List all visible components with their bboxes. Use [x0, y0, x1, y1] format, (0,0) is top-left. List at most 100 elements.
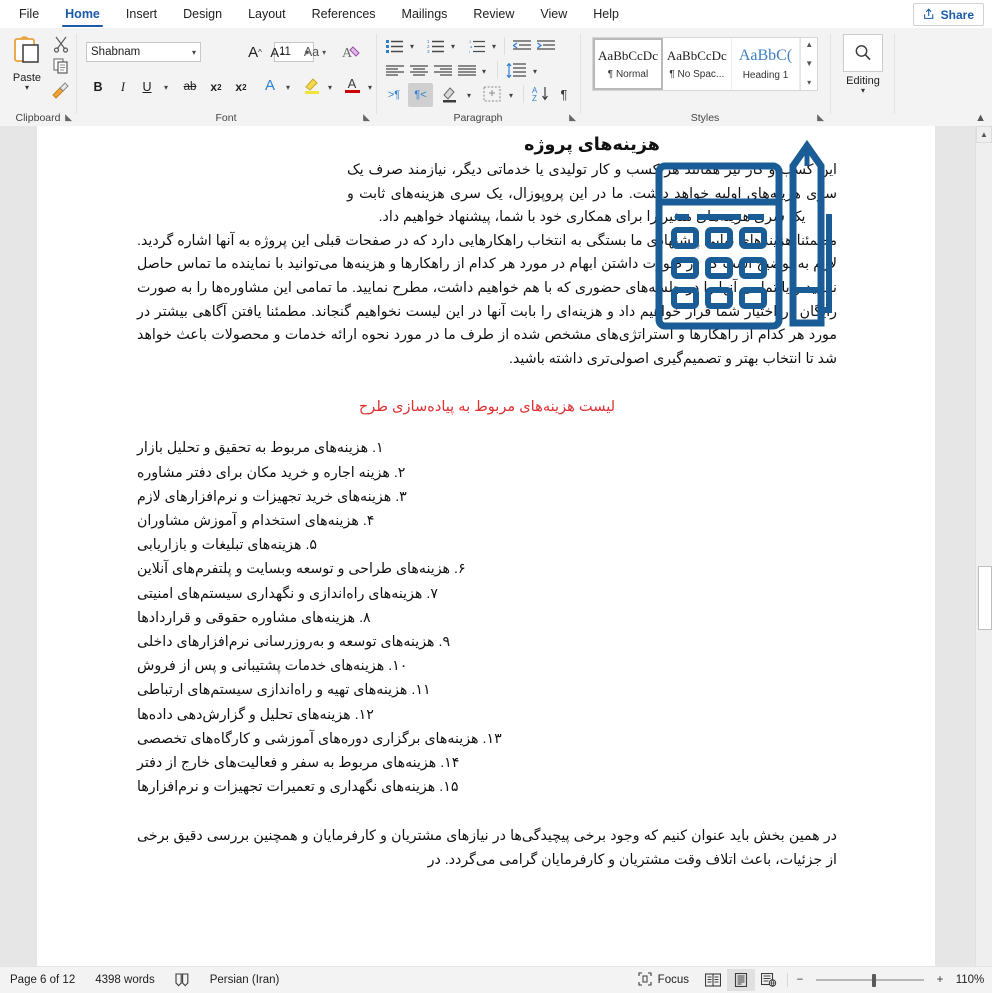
font-dialog-launcher[interactable]: ◣ [363, 112, 370, 123]
list-item[interactable]: ۱۱.هزینه‌های تهیه و راه‌اندازی سیستم‌های… [137, 678, 837, 702]
style-normal[interactable]: AaBbCcDc ¶ Normal [593, 38, 663, 90]
tab-design[interactable]: Design [171, 3, 234, 26]
paragraph-dialog-launcher[interactable]: ◣ [569, 112, 576, 123]
borders-icon[interactable] [480, 83, 504, 105]
show-formatting-marks-button[interactable]: ¶ [554, 83, 574, 105]
proofing-errors-icon[interactable] [165, 973, 200, 987]
font-color-chevron-down-icon[interactable]: ▾ [363, 76, 377, 98]
cut-icon[interactable] [52, 35, 72, 55]
ltr-paragraph-direction-button[interactable]: >¶ [382, 84, 406, 106]
paste-button[interactable]: Paste ▾ [6, 34, 48, 92]
editing-chevron-down-icon[interactable]: ▾ [836, 87, 890, 95]
list-item[interactable]: ۷.هزینه‌های راه‌اندازی و نگهداری سیستم‌ه… [137, 582, 837, 606]
line-spacing-chevron-down-icon[interactable]: ▾ [528, 60, 542, 82]
shading-chevron-down-icon[interactable]: ▾ [462, 84, 476, 106]
zoom-slider[interactable] [816, 973, 924, 987]
font-name-chevron-down-icon[interactable]: ▾ [192, 48, 196, 57]
styles-gallery[interactable]: AaBbCcDc ¶ Normal AaBbCcDc ¶ No Spac... … [592, 37, 818, 91]
page-content[interactable]: هزینه‌های پروژه این کسب و کار نیز همانند… [137, 134, 837, 873]
rtl-paragraph-direction-button[interactable]: ¶< [408, 83, 433, 107]
scrollbar-thumb[interactable] [978, 566, 992, 630]
font-name-combobox[interactable]: Shabnam ▾ [86, 42, 201, 62]
section-heading-red[interactable]: لیست هزینه‌های مربوط به پیاده‌سازی طرح [137, 398, 837, 415]
justify-chevron-down-icon[interactable]: ▾ [477, 60, 491, 82]
clear-formatting-button[interactable]: A [340, 41, 364, 63]
superscript-button[interactable]: x2 [230, 76, 252, 98]
highlight-chevron-down-icon[interactable]: ▾ [323, 76, 337, 98]
list-item[interactable]: ۱۴.هزینه‌های مربوط به سفر و فعالیت‌های خ… [137, 751, 837, 775]
text-effects-button[interactable]: A [258, 74, 282, 96]
zoom-slider-handle[interactable] [872, 973, 876, 987]
list-item[interactable]: ۳.هزینه‌های خرید تجهیزات و نرم‌افزارهای … [137, 485, 837, 509]
list-item[interactable]: ۱۲.هزینه‌های تحلیل و گزارش‌دهی داده‌ها [137, 703, 837, 727]
styles-gallery-scroll[interactable]: ▲ ▼ ▾ [800, 38, 817, 90]
align-left-icon[interactable] [384, 60, 406, 82]
style-no-spacing[interactable]: AaBbCcDc ¶ No Spac... [663, 38, 732, 90]
tab-view[interactable]: View [528, 3, 579, 26]
language-indicator[interactable]: Persian (Iran) [200, 974, 290, 986]
scroll-up-icon[interactable]: ▲ [976, 126, 992, 143]
editing-button[interactable]: Editing ▾ [836, 34, 890, 95]
list-item[interactable]: ۹.هزینه‌های توسعه و به‌روزرسانی نرم‌افزا… [137, 630, 837, 654]
paragraph-3[interactable]: در همین بخش باید عنوان کنیم که وجود برخی… [137, 825, 837, 872]
bullets-icon[interactable] [384, 35, 406, 57]
gallery-scroll-up-icon[interactable]: ▲ [805, 40, 813, 50]
align-center-icon[interactable] [408, 60, 430, 82]
zoom-out-button[interactable]: − [792, 974, 808, 986]
tab-home[interactable]: Home [53, 3, 112, 27]
gallery-scroll-down-icon[interactable]: ▼ [805, 59, 813, 69]
styles-dialog-launcher[interactable]: ◣ [817, 112, 824, 123]
page-indicator[interactable]: Page 6 of 12 [0, 974, 85, 986]
shrink-font-button[interactable]: A ⌄ [268, 41, 288, 63]
cost-list[interactable]: ۱.هزینه‌های مربوط به تحقیق و تحلیل بازار… [137, 436, 837, 799]
zoom-in-button[interactable]: + [932, 974, 948, 986]
zoom-level[interactable]: 110% [948, 974, 992, 986]
format-painter-icon[interactable] [50, 80, 70, 100]
change-case-button[interactable]: Aa ▾ [298, 41, 332, 63]
multilevel-chevron-down-icon[interactable]: ▾ [487, 35, 501, 57]
copy-icon[interactable] [52, 57, 72, 77]
tab-help[interactable]: Help [581, 3, 631, 26]
clipboard-dialog-launcher[interactable]: ◣ [65, 112, 72, 123]
document-canvas[interactable]: هزینه‌های پروژه این کسب و کار نیز همانند… [0, 126, 992, 967]
print-layout-button[interactable] [727, 969, 755, 991]
web-layout-button[interactable] [755, 969, 783, 991]
style-heading-1[interactable]: AaBbC( Heading 1 [732, 38, 801, 90]
text-effects-chevron-down-icon[interactable]: ▾ [281, 76, 295, 98]
decrease-indent-icon[interactable] [511, 35, 533, 57]
focus-button[interactable]: Focus [628, 971, 699, 989]
paste-chevron-down-icon[interactable]: ▾ [6, 84, 48, 92]
line-spacing-icon[interactable] [504, 59, 528, 81]
list-item[interactable]: ۱۵.هزینه‌های نگهداری و تعمیرات تجهیزات و… [137, 775, 837, 799]
vertical-scrollbar[interactable]: ▲ [975, 126, 992, 967]
list-item[interactable]: ۵.هزینه‌های تبلیغات و بازاریابی [137, 533, 837, 557]
tab-mailings[interactable]: Mailings [390, 3, 460, 26]
bullets-chevron-down-icon[interactable]: ▾ [405, 35, 419, 57]
list-item[interactable]: ۱۰.هزینه‌های خدمات پشتیبانی و پس از فروش [137, 654, 837, 678]
list-item[interactable]: ۱۳.هزینه‌های برگزاری دوره‌های آموزشی و ک… [137, 727, 837, 751]
share-button[interactable]: Share [912, 3, 984, 26]
bold-button[interactable]: B [88, 76, 108, 98]
justify-icon[interactable] [456, 60, 478, 82]
align-right-icon[interactable] [432, 60, 454, 82]
grow-font-button[interactable]: A ^ [245, 41, 265, 63]
borders-chevron-down-icon[interactable]: ▾ [504, 84, 518, 106]
underline-chevron-down-icon[interactable]: ▾ [158, 76, 174, 98]
tab-references[interactable]: References [300, 3, 388, 26]
word-count[interactable]: 4398 words [85, 974, 164, 986]
list-item[interactable]: ۲.هزینه اجاره و خرید مکان برای دفتر مشاو… [137, 461, 837, 485]
italic-button[interactable]: I [113, 76, 133, 98]
multilevel-list-icon[interactable]: 1ai [466, 35, 488, 57]
subscript-button[interactable]: x2 [205, 76, 227, 98]
numbering-icon[interactable]: 123 [425, 35, 447, 57]
list-item[interactable]: ۴.هزینه‌های استخدام و آموزش مشاوران [137, 509, 837, 533]
list-item[interactable]: ۸.هزینه‌های مشاوره حقوقی و قراردادها [137, 606, 837, 630]
underline-button[interactable]: U [137, 76, 157, 98]
font-color-button[interactable]: A [340, 74, 364, 96]
highlight-button[interactable] [300, 74, 324, 96]
gallery-more-icon[interactable]: ▾ [807, 78, 811, 88]
strikethrough-button[interactable]: ab [178, 76, 202, 98]
sort-icon[interactable]: AZ [529, 83, 553, 105]
tab-review[interactable]: Review [461, 3, 526, 26]
list-item[interactable]: ۱.هزینه‌های مربوط به تحقیق و تحلیل بازار [137, 436, 837, 460]
